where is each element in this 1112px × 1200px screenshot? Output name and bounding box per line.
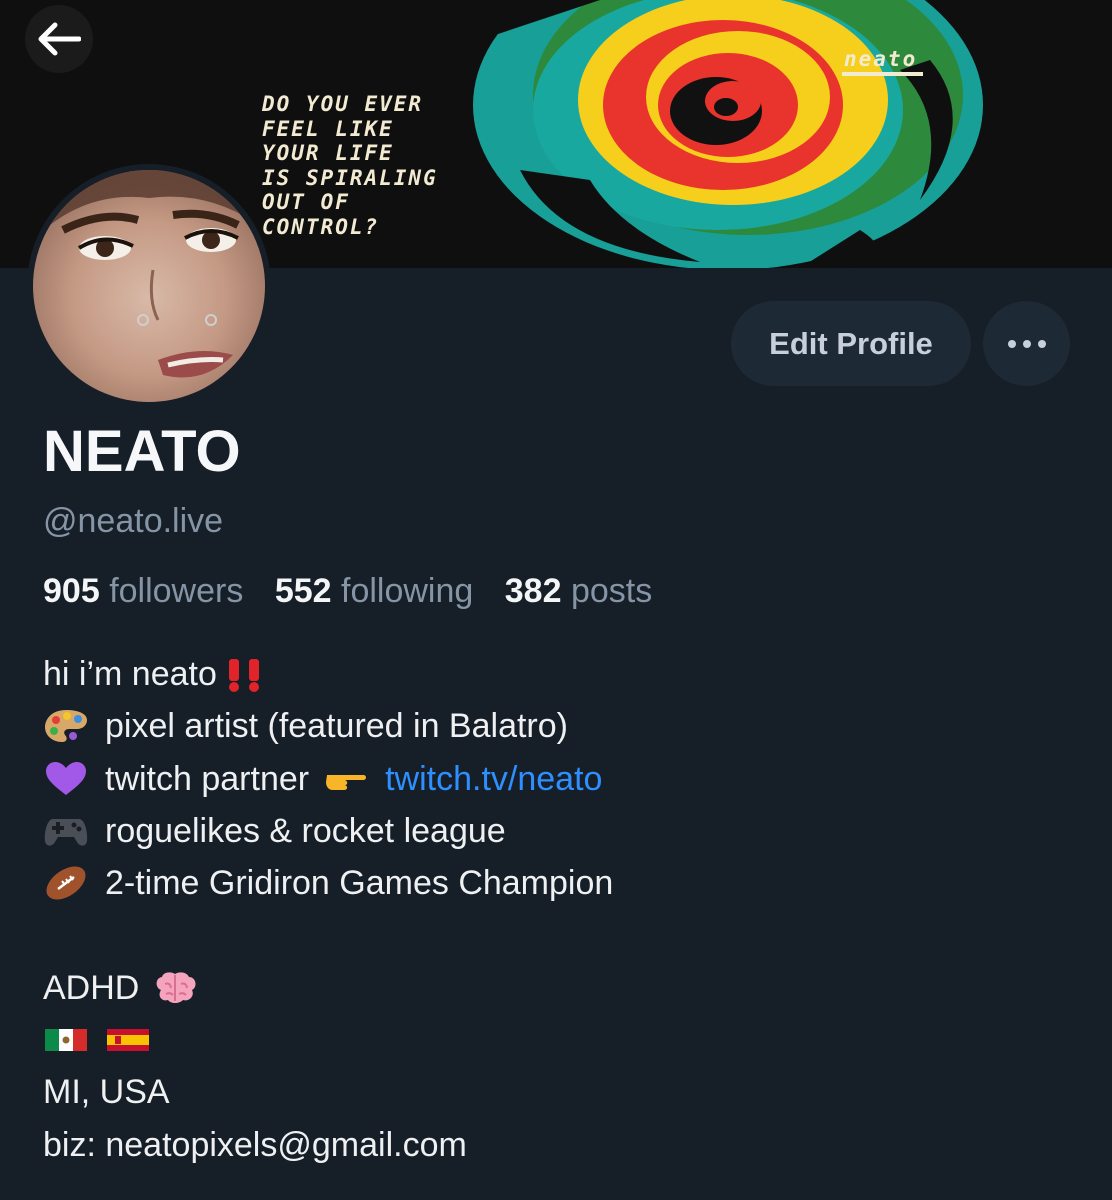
bio-line: 2-time Gridiron Games Champion xyxy=(43,857,613,909)
banner-caption: do you ever feel like your life is spira… xyxy=(262,92,438,239)
edit-profile-button[interactable]: Edit Profile xyxy=(731,301,971,386)
banner-tag: neato xyxy=(842,47,924,76)
bio-line: biz: neatopixels@gmail.com xyxy=(43,1125,467,1164)
double-exclamation-icon xyxy=(223,656,269,693)
pointing-hand-icon xyxy=(323,761,369,797)
bio-line: ADHD xyxy=(43,962,613,1014)
bio-line: pixel artist (featured in Balatro) xyxy=(43,700,613,752)
brain-icon xyxy=(153,970,199,1006)
bio-line xyxy=(43,1014,613,1066)
mexico-flag-icon xyxy=(43,1022,89,1058)
avatar[interactable] xyxy=(27,164,271,408)
following-stat[interactable]: 552 following xyxy=(275,572,474,610)
display-name: NEATO xyxy=(43,419,241,484)
bio-line: hi i’m neato xyxy=(43,648,613,700)
bio-line: MI, USA xyxy=(43,1073,170,1112)
profile-stats: 905 followers 552 following 382 posts xyxy=(43,572,674,611)
bio: hi i’m neato pixel artist (featured in B… xyxy=(43,648,613,1171)
followers-stat[interactable]: 905 followers xyxy=(43,572,243,610)
arrow-left-icon xyxy=(38,22,81,56)
game-controller-icon xyxy=(43,813,89,849)
twitch-link[interactable]: twitch.tv/neato xyxy=(385,753,602,805)
bio-line: twitch partner twitch.tv/neato xyxy=(43,753,613,805)
back-button[interactable] xyxy=(25,5,93,73)
more-icon xyxy=(1007,339,1046,348)
avatar-photo xyxy=(33,170,265,402)
spain-flag-icon xyxy=(105,1022,151,1058)
more-options-button[interactable] xyxy=(983,301,1070,386)
posts-stat: 382 posts xyxy=(504,572,653,610)
purple-heart-icon xyxy=(43,761,89,797)
bio-line: roguelikes & rocket league xyxy=(43,805,613,857)
football-icon xyxy=(43,865,89,901)
palette-icon xyxy=(43,708,89,744)
handle: @neato.live xyxy=(43,502,224,540)
